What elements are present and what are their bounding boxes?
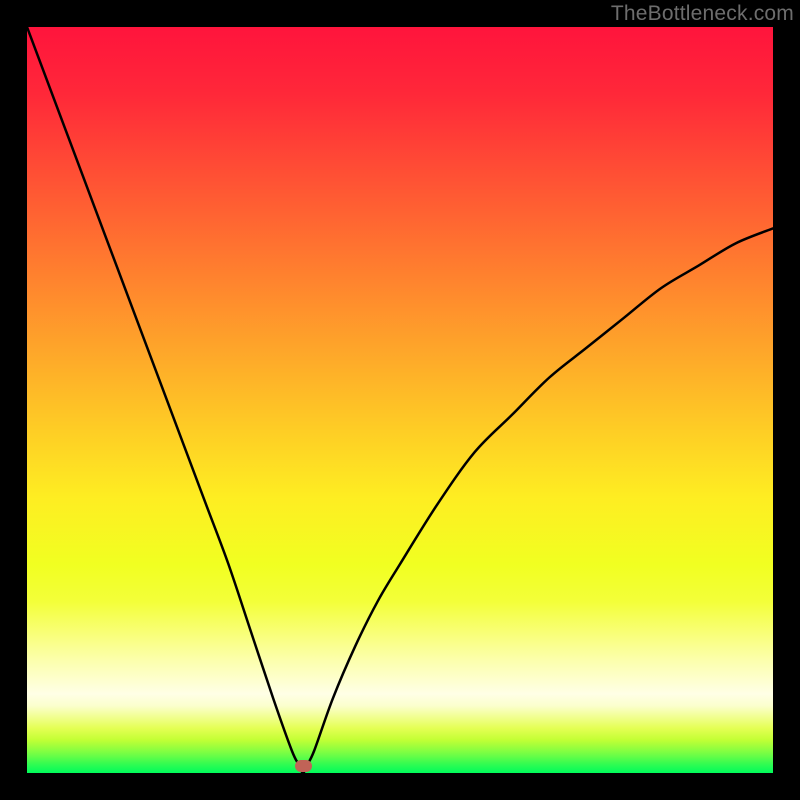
plot-svg	[27, 27, 773, 773]
optimal-marker	[295, 760, 312, 772]
chart-frame: TheBottleneck.com	[0, 0, 800, 800]
plot-area	[27, 27, 773, 773]
watermark-text: TheBottleneck.com	[611, 2, 794, 26]
gradient-background	[27, 27, 773, 773]
